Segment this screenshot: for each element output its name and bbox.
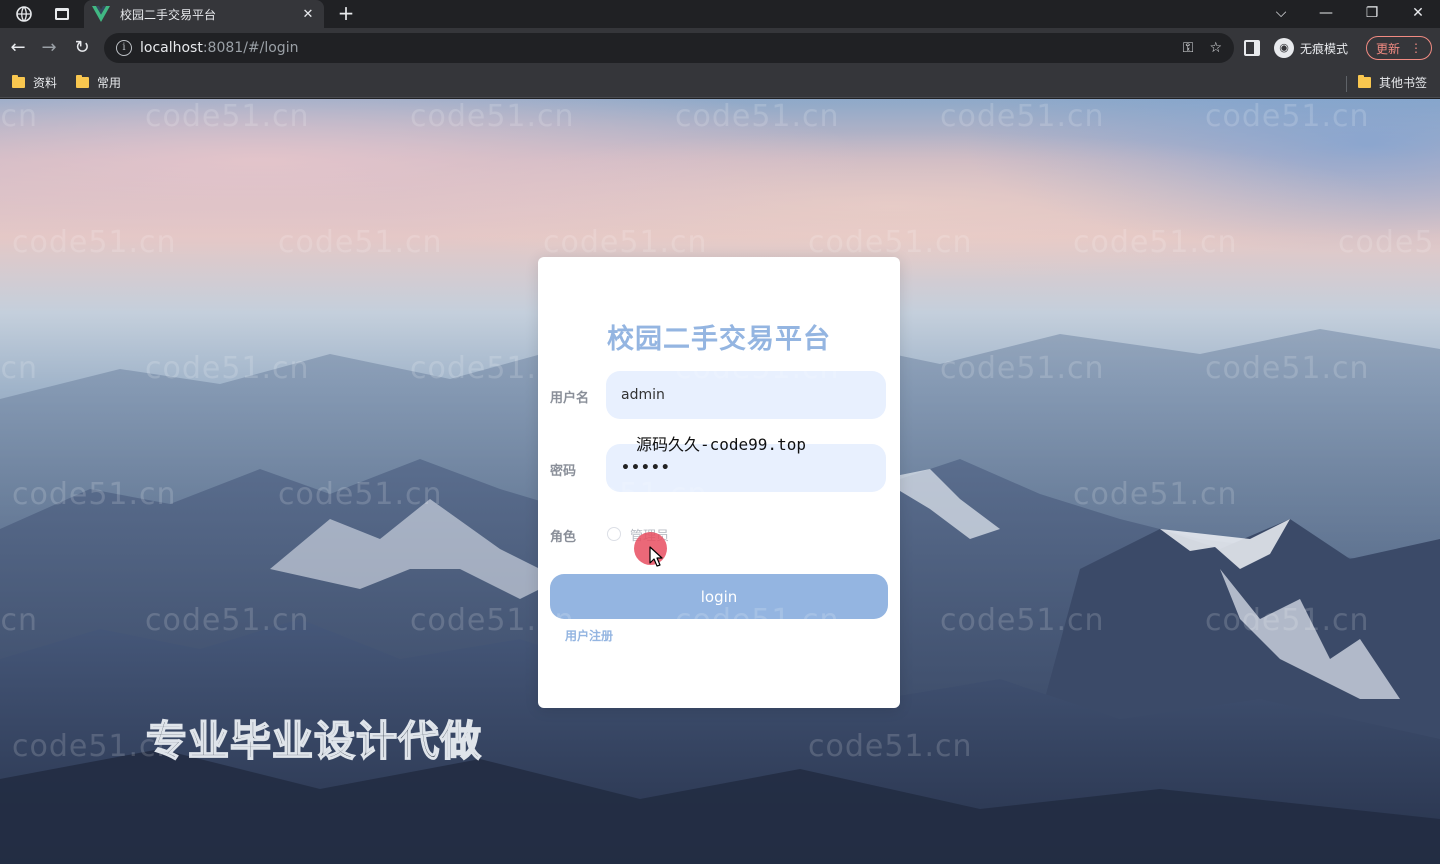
new-tab-button[interactable]: +: [336, 3, 356, 23]
incognito-indicator[interactable]: ◉ 无痕模式: [1274, 36, 1348, 60]
bookmark-label: 常用: [97, 76, 122, 90]
watermark: code51.cn: [1205, 99, 1370, 134]
other-bookmarks-label: 其他书签: [1379, 76, 1428, 90]
watermark: code51.cn: [1073, 225, 1238, 260]
browser-toolbar: ← → ↻ i localhost:8081/#/login ⚿ ☆ ◉ 无痕模…: [0, 28, 1440, 68]
password-value: •••••: [621, 460, 671, 476]
promo-banner-text: 专业毕业设计代做: [145, 716, 482, 766]
site-info-icon[interactable]: i: [116, 40, 132, 56]
restore-icon[interactable]: ❐: [1359, 3, 1385, 23]
watermark: code51.cn: [808, 729, 973, 764]
back-icon[interactable]: ←: [6, 36, 30, 60]
watermark: code51.cn: [1205, 351, 1370, 386]
watermark: code51.cn: [410, 603, 575, 638]
vue-logo-icon: [92, 6, 110, 22]
watermark: code51.cn: [410, 99, 575, 134]
folder-icon: [1358, 75, 1371, 88]
url-path: :8081/#/login: [202, 40, 299, 56]
incognito-label: 无痕模式: [1300, 41, 1349, 56]
tab-title: 校园二手交易平台: [120, 7, 217, 22]
update-button[interactable]: 更新 ⋮: [1366, 36, 1432, 60]
tab-close-icon[interactable]: ✕: [300, 7, 316, 22]
key-icon[interactable]: ⚿: [1183, 40, 1194, 56]
bookmark-label: 资料: [33, 76, 58, 90]
folder-icon: [12, 75, 25, 88]
page-viewport: .cn code51.cn code51.cn code51.cn code51…: [0, 99, 1440, 864]
watermark: code51.cn: [940, 99, 1105, 134]
tab-active[interactable]: 校园二手交易平台 ✕: [84, 0, 324, 28]
watermark: code51.cn: [940, 603, 1105, 638]
minimize-icon[interactable]: —: [1313, 3, 1339, 23]
url-host: localhost: [140, 40, 203, 56]
tab-list-chevron-icon[interactable]: ⌵: [1268, 3, 1294, 23]
reload-icon[interactable]: ↻: [70, 36, 94, 60]
tab-search-icon[interactable]: [52, 4, 72, 24]
star-icon[interactable]: ☆: [1209, 40, 1222, 56]
watermark: code51.cn: [145, 351, 310, 386]
menu-dots-icon: ⋮: [1410, 41, 1422, 55]
username-label: 用户名: [550, 391, 590, 406]
bookmark-folder[interactable]: 常用: [76, 74, 121, 91]
watermark: code51.cn: [808, 225, 973, 260]
watermark: code51.cn: [12, 225, 177, 260]
watermark: .cn: [0, 351, 39, 386]
watermark: code51.cn: [278, 477, 443, 512]
watermark: code5: [1338, 225, 1435, 260]
globe-icon[interactable]: [14, 4, 34, 24]
role-label: 角色: [550, 530, 577, 545]
watermark: code51.cn: [543, 477, 708, 512]
other-bookmarks[interactable]: 其他书签: [1358, 74, 1427, 91]
watermark: code51.cn: [1205, 603, 1370, 638]
side-panel-icon[interactable]: [1244, 40, 1260, 56]
incognito-icon: ◉: [1274, 38, 1294, 58]
watermark: code51.cn: [940, 351, 1105, 386]
watermark: code51.cn: [145, 603, 310, 638]
username-value: admin: [621, 387, 665, 403]
bookmarks-bar: 资料 常用 其他书签: [0, 68, 1440, 98]
watermark: code51.cn: [675, 603, 840, 638]
watermark: code51.cn: [12, 477, 177, 512]
forward-icon[interactable]: →: [37, 36, 61, 60]
bookmarks-divider: [1346, 76, 1347, 92]
watermark: code51.cn: [1073, 477, 1238, 512]
overlay-source-text: 源码久久-code99.top: [636, 435, 806, 454]
role-radio-admin[interactable]: [607, 527, 621, 541]
watermark: .cn: [0, 603, 39, 638]
watermark: code51.cn: [675, 351, 840, 386]
browser-tab-strip: 校园二手交易平台 ✕ + ⌵ — ❐ ✕: [0, 0, 1440, 28]
close-window-icon[interactable]: ✕: [1405, 3, 1431, 23]
watermark: code51.cn: [675, 99, 840, 134]
watermark: code51.cn: [278, 225, 443, 260]
mouse-cursor-icon: [649, 546, 663, 567]
folder-icon: [76, 75, 89, 88]
watermark: code51.cn: [145, 99, 310, 134]
watermark: .cn: [0, 99, 39, 134]
bookmark-folder[interactable]: 资料: [12, 74, 57, 91]
address-bar[interactable]: i localhost:8081/#/login ⚿ ☆: [104, 33, 1234, 63]
update-label: 更新: [1375, 41, 1400, 56]
watermark: code51.cn: [543, 225, 708, 260]
